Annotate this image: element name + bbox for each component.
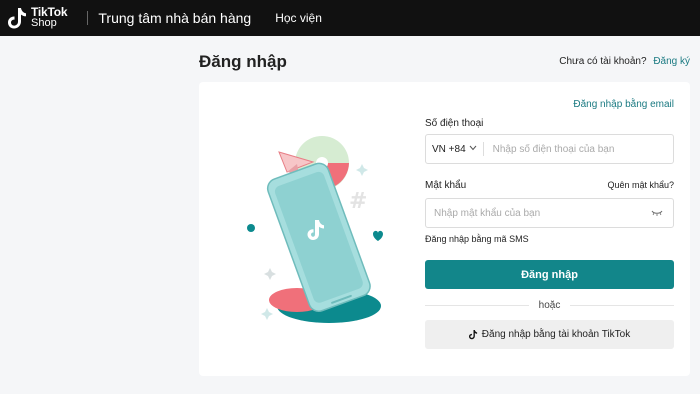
logo-wordmark: TikTok Shop (31, 6, 68, 29)
country-code-select[interactable]: VN +84 (426, 144, 477, 155)
nav-academy-link[interactable]: Học viện (275, 11, 322, 25)
tiktok-shop-logo[interactable]: TikTok Shop (8, 6, 68, 30)
chevron-down-icon (469, 145, 477, 153)
tiktok-logo-icon (8, 6, 28, 30)
tiktok-login-button[interactable]: Đăng nhập bằng tài khoản TikTok (425, 320, 674, 349)
email-login-link[interactable]: Đăng nhập bằng email (573, 99, 674, 110)
signup-link[interactable]: Đăng ký (653, 56, 690, 67)
login-card: # Đăng nhập bằng email Số điện thoại VN … (199, 82, 690, 376)
signup-prompt: Chưa có tài khoản? Đăng ký (559, 56, 690, 67)
password-input-field[interactable]: Nhập mật khẩu của bạn (425, 198, 674, 228)
top-navigation-bar: TikTok Shop Trung tâm nhà bán hàng Học v… (0, 0, 700, 36)
login-button[interactable]: Đăng nhập (425, 260, 674, 289)
page-title: Đăng nhập (199, 52, 287, 71)
password-placeholder: Nhập mật khẩu của bạn (434, 207, 541, 219)
or-line-right (570, 304, 674, 306)
phone-label: Số điện thoại (425, 118, 484, 129)
phone-input-field[interactable]: VN +84 Nhập số điện thoại của bạn (425, 134, 674, 164)
tiktok-icon (468, 329, 478, 340)
input-separator (482, 142, 484, 156)
forgot-password-link[interactable]: Quên mật khẩu? (607, 180, 674, 190)
sms-login-link[interactable]: Đăng nhập bằng mã SMS (425, 234, 529, 244)
or-divider: hoặc (425, 298, 674, 312)
or-text: hoặc (538, 299, 561, 311)
header-divider (87, 11, 89, 25)
logo-line2: Shop (31, 17, 57, 29)
phone-placeholder: Nhập số điện thoại của bạn (492, 143, 615, 155)
seller-center-title[interactable]: Trung tâm nhà bán hàng (98, 10, 251, 26)
or-line-left (425, 304, 529, 306)
eye-closed-icon[interactable] (651, 209, 663, 217)
password-label: Mật khẩu (425, 180, 467, 191)
country-code-value: VN +84 (432, 143, 466, 155)
tiktok-login-label: Đăng nhập bằng tài khoản TikTok (481, 329, 631, 340)
svg-text:#: # (349, 189, 367, 214)
no-account-text: Chưa có tài khoản? (559, 56, 647, 67)
login-illustration: # (237, 128, 397, 338)
